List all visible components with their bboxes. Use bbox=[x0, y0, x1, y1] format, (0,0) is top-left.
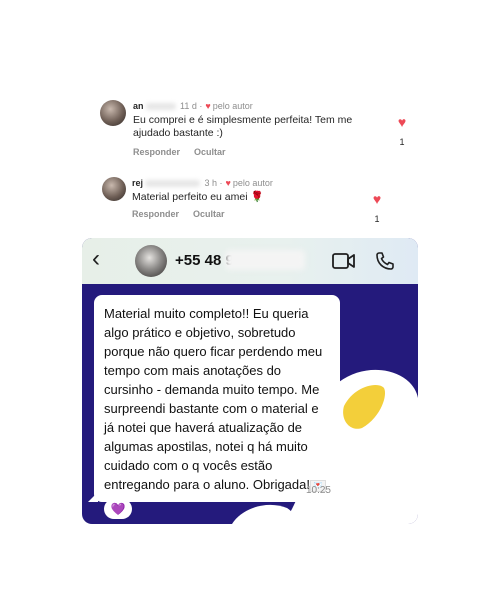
heart-reaction[interactable]: 💜 bbox=[104, 499, 132, 519]
username-blur bbox=[145, 180, 201, 188]
message-bubble[interactable]: Material muito completo!! Eu queria algo… bbox=[88, 295, 340, 502]
message-text: Material muito completo!! Eu queria algo… bbox=[104, 304, 330, 494]
phone-call-icon[interactable] bbox=[375, 251, 395, 271]
like-control: ♥ 1 bbox=[369, 192, 385, 224]
username[interactable]: rej bbox=[132, 178, 143, 188]
comment-actions: Responder Ocultar bbox=[133, 147, 373, 157]
comment-text: Material perfeito eu amei 🌹 bbox=[132, 191, 264, 203]
heart-icon: ♥ bbox=[225, 178, 231, 188]
back-arrow-icon[interactable]: ‹ bbox=[92, 247, 100, 271]
comment-meta: rej 3 h · ♥ pelo autor bbox=[132, 178, 273, 188]
comment-meta: an 11 d · ♥ pelo autor bbox=[133, 101, 253, 111]
avatar[interactable] bbox=[100, 100, 126, 126]
reply-button[interactable]: Responder bbox=[132, 209, 179, 219]
message-body: Material muito completo!! Eu queria algo… bbox=[104, 306, 323, 492]
heart-icon[interactable]: ♥ bbox=[369, 192, 385, 206]
heart-icon: ♥ bbox=[205, 101, 211, 111]
comment-actions: Responder Ocultar bbox=[132, 209, 372, 219]
comment-2: rej 3 h · ♥ pelo autor Material perfeito e… bbox=[102, 177, 412, 227]
avatar[interactable] bbox=[102, 177, 126, 201]
heart-icon[interactable]: ♥ bbox=[394, 115, 410, 129]
username[interactable]: an bbox=[133, 101, 144, 111]
video-call-icon[interactable] bbox=[332, 252, 356, 270]
comment-time: 11 d bbox=[180, 101, 197, 111]
reply-button[interactable]: Responder bbox=[133, 147, 180, 157]
username-blur bbox=[145, 103, 176, 111]
comment-body: an 11 d · ♥ pelo autor Eu comprei e é simp… bbox=[133, 100, 373, 157]
bubble-tail bbox=[88, 492, 98, 502]
contact-avatar[interactable] bbox=[135, 245, 167, 277]
hide-button[interactable]: Ocultar bbox=[193, 209, 225, 219]
like-count: 1 bbox=[399, 137, 405, 147]
hide-button[interactable]: Ocultar bbox=[194, 147, 226, 157]
whatsapp-chat: ‹ +55 48 9 Material muito completo!! Eu … bbox=[82, 238, 418, 524]
comment-1: an 11 d · ♥ pelo autor Eu comprei e é simp… bbox=[100, 100, 410, 160]
phone-blur bbox=[225, 250, 305, 270]
like-control: ♥ 1 bbox=[394, 115, 410, 147]
like-count: 1 bbox=[374, 214, 380, 224]
chat-header: ‹ +55 48 9 bbox=[82, 238, 418, 284]
liked-by-author: pelo autor bbox=[232, 178, 273, 188]
comment-time: 3 h bbox=[204, 178, 218, 188]
comment-body: rej 3 h · ♥ pelo autor Material perfeito e… bbox=[132, 177, 372, 219]
message-time: 10:25 bbox=[305, 485, 331, 496]
comment-text: Eu comprei e é simplesmente perfeita! Te… bbox=[133, 114, 353, 139]
liked-by-author: pelo autor bbox=[212, 101, 253, 111]
